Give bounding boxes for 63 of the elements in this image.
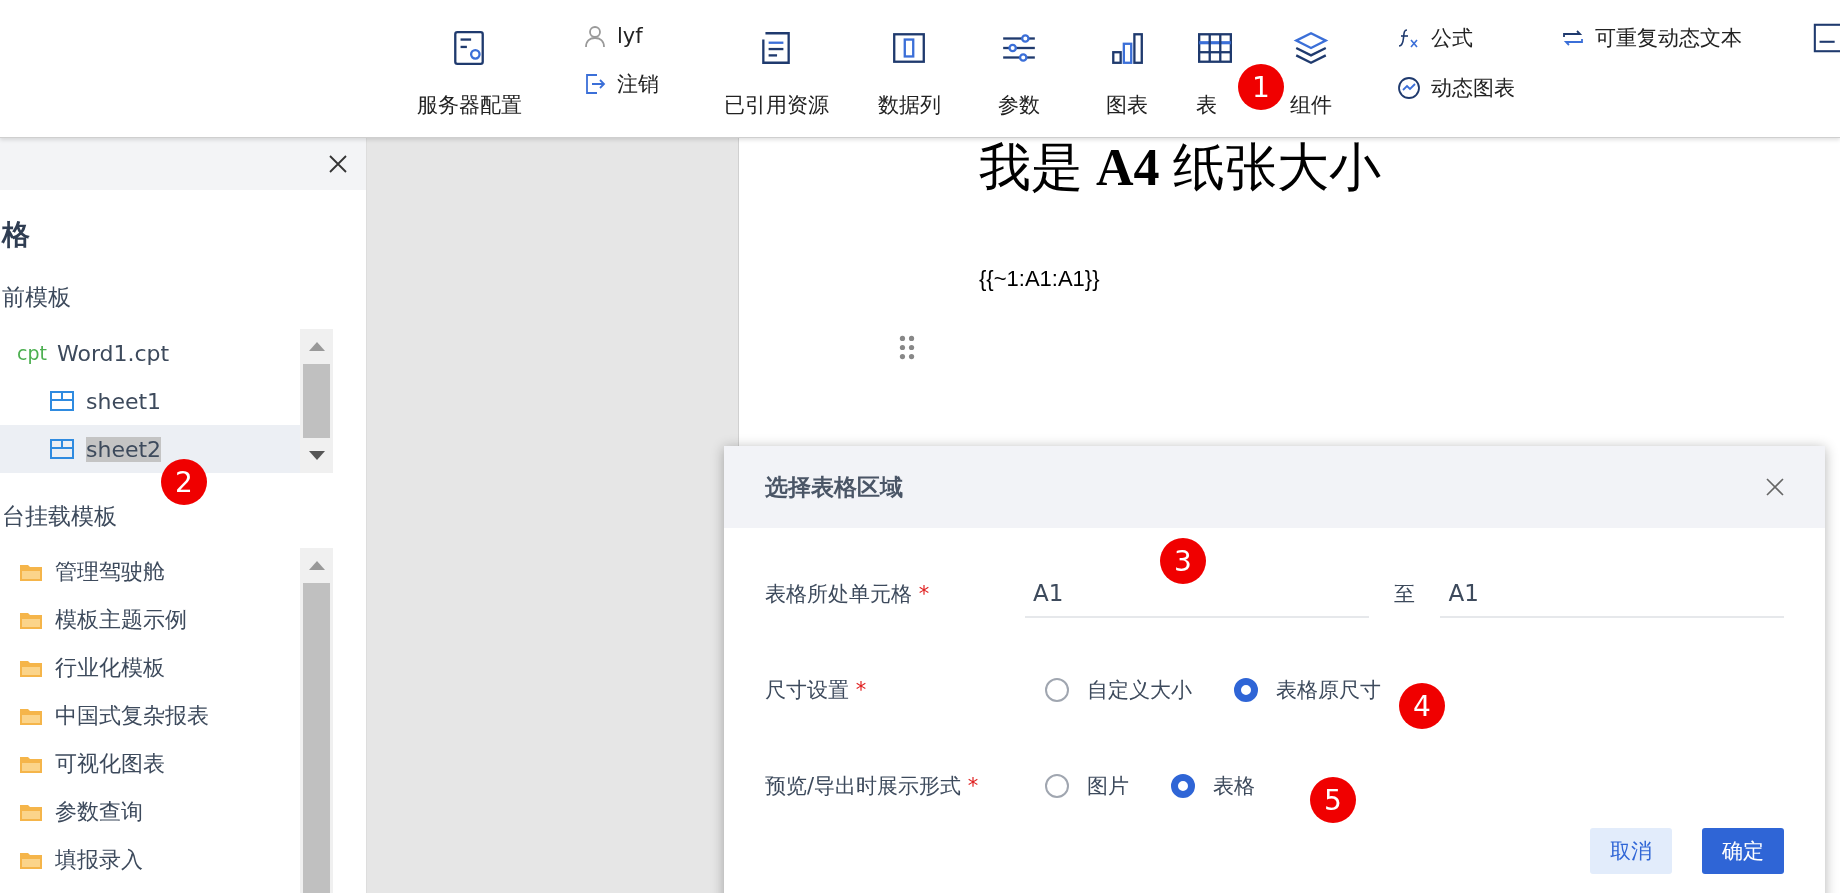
cancel-button[interactable]: 取消: [1590, 828, 1672, 874]
chart-circle-icon: [1397, 76, 1421, 100]
folder-icon: [19, 610, 43, 630]
toolbar-button[interactable]: 注销: [583, 70, 659, 98]
folder-icon: [19, 658, 43, 678]
folder-item[interactable]: 模板主题示例: [0, 596, 300, 644]
toolbar-button[interactable]: 图表: [1106, 18, 1148, 119]
field-label: 尺寸设置 *: [765, 677, 868, 704]
range-separator: 至: [1393, 581, 1416, 608]
folder-icon: [19, 562, 43, 582]
toolbar-button[interactable]: 数据列: [877, 18, 941, 119]
toolbar-button[interactable]: 可重复动态文本: [1561, 24, 1742, 52]
field-label: 表格所处单元格 *: [765, 581, 931, 608]
radio-label: 图片: [1087, 773, 1129, 800]
scrollbar[interactable]: [300, 329, 333, 473]
tree-item[interactable]: sheet1: [0, 377, 300, 425]
dialog-title: 选择表格区域: [765, 472, 903, 502]
radio-button[interactable]: [1171, 774, 1195, 798]
required-mark: *: [855, 678, 867, 702]
radio-button[interactable]: [1234, 678, 1258, 702]
sheet-icon: [50, 391, 74, 411]
user-icon: [583, 24, 607, 48]
radio-button[interactable]: [1045, 678, 1069, 702]
radio-label: 表格: [1213, 773, 1255, 800]
folder-icon: [19, 802, 43, 822]
folder-item[interactable]: 填报录入: [0, 836, 300, 884]
folder-item[interactable]: 参数查询: [0, 788, 300, 836]
field-label: 预览/导出时展示形式 *: [765, 773, 980, 800]
toolbar-button[interactable]: 动态图表: [1397, 74, 1515, 102]
toolbar-button[interactable]: 表: [1196, 18, 1234, 119]
section-title: 台挂载模板: [2, 502, 118, 531]
folder-item[interactable]: 管理驾驶舱: [0, 548, 300, 596]
toolbar-button[interactable]: lyf: [583, 24, 643, 48]
required-mark: *: [967, 774, 979, 798]
toolbar-button[interactable]: 服务器配置: [416, 18, 522, 119]
drag-handle-icon[interactable]: [899, 335, 915, 360]
radio-button[interactable]: [1045, 774, 1069, 798]
toolbar-button[interactable]: 已引用资源: [723, 18, 829, 119]
radio-label: 表格原尺寸: [1276, 677, 1381, 704]
field-code: {{~1:A1:A1}}: [979, 266, 1101, 292]
folder-icon: [19, 850, 43, 870]
file-type-icon: cpt: [17, 342, 47, 364]
confirm-button[interactable]: 确定: [1702, 828, 1784, 874]
panel-heading: 格: [2, 217, 31, 253]
section-title: 前模板: [2, 283, 72, 312]
folder-item[interactable]: 行业化模板: [0, 644, 300, 692]
folder-item[interactable]: 可视化图表: [0, 740, 300, 788]
tree-item[interactable]: cpt Word1.cpt: [0, 329, 300, 377]
folder-icon: [19, 706, 43, 726]
folder-item[interactable]: 中国式复杂报表: [0, 692, 300, 740]
toolbar-button[interactable]: 公式: [1397, 24, 1473, 52]
formula-icon: [1397, 26, 1421, 50]
logout-icon: [583, 72, 607, 96]
required-mark: *: [918, 582, 930, 606]
sheet-icon: [50, 439, 74, 459]
folder-icon: [19, 754, 43, 774]
document-title: 我是 A4 纸张大小: [979, 138, 1382, 198]
toolbar-button[interactable]: 参数: [998, 18, 1040, 119]
close-icon[interactable]: [1765, 477, 1785, 497]
scrollbar[interactable]: [300, 548, 333, 893]
toolbar-button[interactable]: 组件: [1290, 18, 1332, 119]
close-icon[interactable]: [328, 154, 348, 174]
radio-label: 自定义大小: [1087, 677, 1192, 704]
